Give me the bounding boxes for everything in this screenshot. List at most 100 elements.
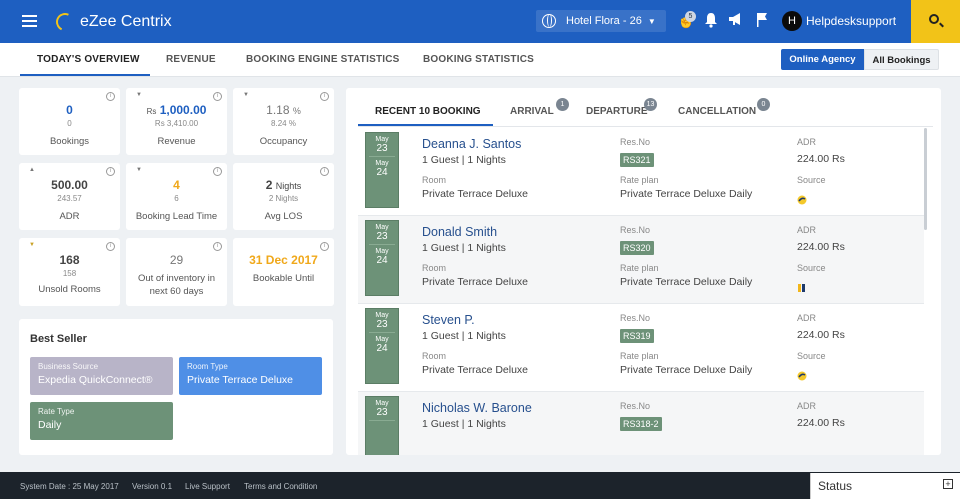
- active-tab-underline: [20, 74, 150, 76]
- res-number[interactable]: RS321: [620, 153, 654, 167]
- terms-link[interactable]: Terms and Condition: [244, 482, 317, 491]
- info-icon[interactable]: i: [106, 92, 115, 101]
- tab-cancellation[interactable]: CANCELLATION: [678, 106, 756, 117]
- booking-row[interactable]: May 23 May 24 Steven P. 1 Guest | 1 Nigh…: [358, 304, 924, 392]
- resno-label: Res.No: [620, 313, 651, 323]
- res-number[interactable]: RS319: [620, 329, 654, 343]
- expedia-icon: [797, 195, 807, 205]
- user-menu[interactable]: H Helpdesksupport: [782, 11, 896, 31]
- trend-down-icon: ▼: [136, 167, 142, 173]
- date-separator: [369, 244, 395, 245]
- flag-icon[interactable]: [753, 12, 771, 30]
- room-label: Room: [422, 351, 447, 361]
- checkin-day: 23: [376, 319, 388, 330]
- adr-value: 224.00 Rs: [797, 241, 845, 253]
- guest-name[interactable]: Nicholas W. Barone: [422, 401, 532, 415]
- online-agency-button[interactable]: Online Agency: [781, 49, 864, 70]
- stat-out-of-inventory: i 29 Out of inventory in next 60 days: [126, 238, 227, 306]
- bell-icon[interactable]: [702, 12, 720, 30]
- tab-booking-engine-statistics[interactable]: BOOKING ENGINE STATISTICS: [246, 54, 400, 65]
- stat-booking-lead-time: ▼ i 4 6 Booking Lead Time: [126, 163, 227, 230]
- stat-value: 500.00: [51, 178, 88, 192]
- tab-departure[interactable]: DEPARTURE: [586, 106, 647, 117]
- tab-arrival[interactable]: ARRIVAL: [510, 106, 554, 117]
- booking-row[interactable]: May 23 Nicholas W. Barone 1 Guest | 1 Ni…: [358, 392, 924, 455]
- menu-icon[interactable]: [22, 15, 37, 27]
- expand-icon[interactable]: +: [943, 479, 953, 489]
- tab-booking-statistics[interactable]: BOOKING STATISTICS: [423, 54, 534, 65]
- stat-label: Booking Lead Time: [135, 211, 218, 222]
- all-bookings-button[interactable]: All Bookings: [864, 49, 939, 70]
- stat-number: 2: [265, 178, 273, 192]
- scrollbar[interactable]: [924, 128, 927, 230]
- resno-label: Res.No: [620, 137, 651, 147]
- trend-down-icon: ▼: [29, 242, 35, 248]
- best-rate-type: Rate Type Daily: [30, 402, 173, 440]
- source-label: Source: [797, 351, 826, 361]
- guest-name[interactable]: Donald Smith: [422, 225, 497, 239]
- logo[interactable]: eZee Centrix: [53, 10, 172, 34]
- status-panel[interactable]: Status +: [810, 473, 960, 499]
- search-button[interactable]: [911, 0, 960, 43]
- best-room-type: Room Type Private Terrace Deluxe: [179, 357, 322, 395]
- bs-value: Expedia QuickConnect®: [38, 374, 153, 386]
- bs-value: Private Terrace Deluxe: [187, 374, 294, 386]
- stat-label: ADR: [59, 211, 80, 222]
- room-label: Room: [422, 175, 447, 185]
- booking-icon: [798, 284, 805, 292]
- booking-row[interactable]: May 23 May 24 Deanna J. Santos 1 Guest |…: [358, 128, 924, 216]
- rate-plan-label: Rate plan: [620, 175, 659, 185]
- stat-bookable-until: i 31 Dec 2017 Bookable Until: [233, 238, 334, 306]
- room-value: Private Terrace Deluxe: [422, 276, 529, 288]
- date-separator: [369, 420, 395, 421]
- stat-sub: 2 Nights: [268, 194, 299, 203]
- hotel-name: Hotel Flora - 26: [566, 15, 642, 27]
- tab-todays-overview[interactable]: TODAY'S OVERVIEW: [37, 54, 140, 65]
- booking-row[interactable]: May 23 May 24 Donald Smith 1 Guest | 1 N…: [358, 216, 924, 304]
- checkin-day: 23: [376, 407, 388, 418]
- info-icon[interactable]: i: [320, 242, 329, 251]
- hotel-selector[interactable]: Hotel Flora - 26 ▼: [536, 10, 666, 32]
- info-icon[interactable]: i: [106, 242, 115, 251]
- guest-nights: 1 Guest | 1 Nights: [422, 418, 506, 430]
- info-icon[interactable]: i: [213, 167, 222, 176]
- stat-label: Bookings: [49, 136, 90, 147]
- caret-down-icon: ▼: [647, 16, 656, 26]
- stat-value: Rs 1,000.00: [126, 103, 227, 117]
- stat-label: Occupancy: [259, 136, 308, 147]
- checkin-month: May: [375, 136, 389, 143]
- info-icon[interactable]: i: [213, 242, 222, 251]
- tab-revenue[interactable]: REVENUE: [166, 54, 216, 65]
- tab-recent-bookings[interactable]: RECENT 10 BOOKING: [375, 106, 481, 117]
- expedia-icon: [797, 371, 807, 381]
- megaphone-icon[interactable]: [727, 12, 745, 30]
- rate-plan-label: Rate plan: [620, 351, 659, 361]
- info-icon[interactable]: i: [213, 92, 222, 101]
- checkout-day: 24: [376, 167, 388, 178]
- checkout-month: May: [375, 336, 389, 343]
- departure-count-badge: 13: [644, 98, 657, 111]
- checkout-month: May: [375, 160, 389, 167]
- guest-name[interactable]: Deanna J. Santos: [422, 137, 521, 151]
- stat-value: 4: [173, 178, 180, 192]
- guest-nights: 1 Guest | 1 Nights: [422, 242, 506, 254]
- guest-name[interactable]: Steven P.: [422, 313, 475, 327]
- adr-label: ADR: [797, 225, 817, 235]
- adr-value: 224.00 Rs: [797, 153, 845, 165]
- info-icon[interactable]: i: [320, 92, 329, 101]
- rate-plan-value: Private Terrace Deluxe Daily: [620, 276, 753, 288]
- info-icon[interactable]: i: [320, 167, 329, 176]
- stat-value: 0: [66, 103, 73, 117]
- guest-nights: 1 Guest | 1 Nights: [422, 154, 506, 166]
- info-icon[interactable]: i: [106, 167, 115, 176]
- res-number[interactable]: RS318-2: [620, 417, 662, 431]
- user-name: Helpdesksupport: [806, 14, 897, 28]
- adr-label: ADR: [797, 137, 817, 147]
- adr-value: 224.00 Rs: [797, 329, 845, 341]
- version: Version 0.1: [132, 482, 173, 491]
- live-support-link[interactable]: Live Support: [185, 482, 230, 491]
- adr-label: ADR: [797, 401, 817, 411]
- res-number[interactable]: RS320: [620, 241, 654, 255]
- source-label: Source: [797, 263, 826, 273]
- rate-plan-label: Rate plan: [620, 263, 659, 273]
